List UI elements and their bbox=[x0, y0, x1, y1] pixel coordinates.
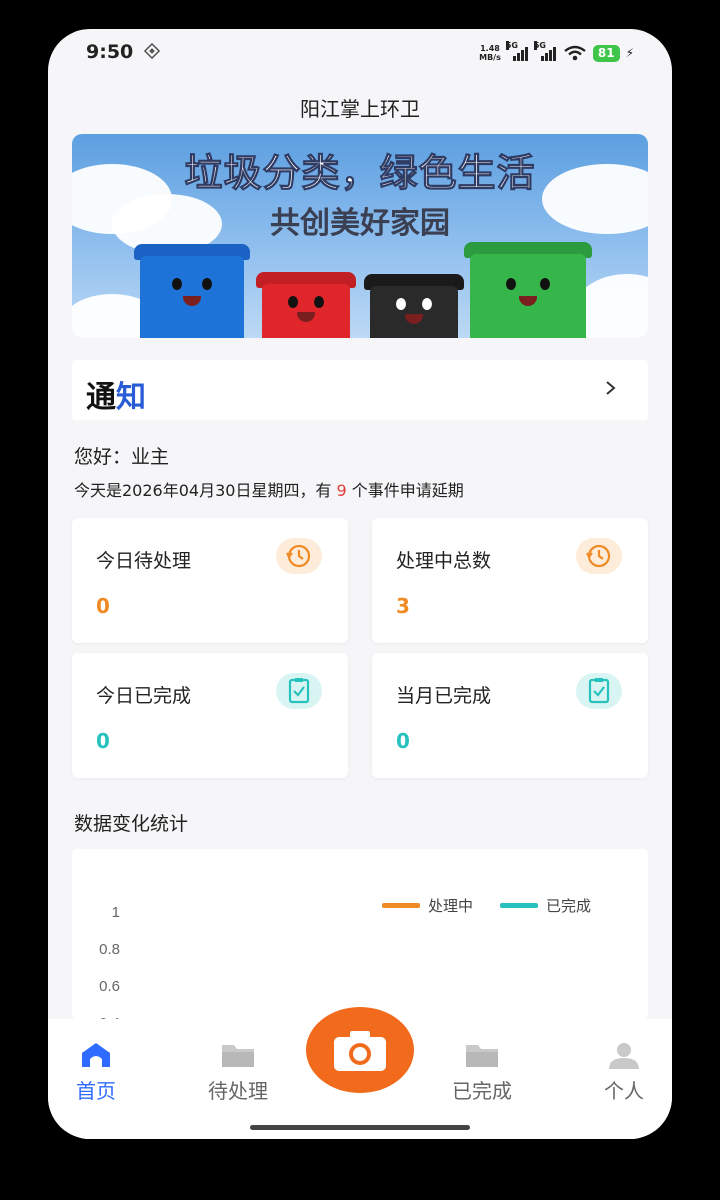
delay-request-count: 9 bbox=[336, 481, 347, 500]
network-speed: 1.48 MB/s bbox=[479, 44, 501, 62]
stat-value: 0 bbox=[96, 594, 110, 618]
nav-completed[interactable]: 已完成 bbox=[422, 1019, 542, 1109]
y-tick-label: 1 bbox=[112, 904, 120, 921]
section-title-statistics: 数据变化统计 bbox=[74, 813, 189, 835]
today-summary: 今天是2026年04月30日星期四，有 9 个事件申请延期 bbox=[74, 477, 464, 501]
bottom-navigation: 首页 待处理 已完成 个人 bbox=[48, 1007, 672, 1139]
status-indicators: 1.48 MB/s 5G 5G 81 ⚡ bbox=[479, 41, 634, 65]
chevron-right-icon[interactable] bbox=[604, 374, 618, 402]
green-bin bbox=[470, 254, 586, 338]
stat-card-today-pending[interactable]: 今日待处理 0 bbox=[72, 518, 348, 643]
nav-label-home: 首页 bbox=[76, 1079, 116, 1103]
stat-label: 今日待处理 bbox=[96, 550, 192, 572]
nav-label-completed: 已完成 bbox=[452, 1079, 512, 1103]
notice-title: 通知 bbox=[86, 372, 146, 416]
banner-image[interactable]: 垃圾分类，绿色生活 共创美好家园 bbox=[72, 134, 648, 338]
notice-bar[interactable]: 通知 bbox=[72, 360, 648, 420]
signal-1-label: 5G bbox=[505, 41, 518, 50]
banner-subtitle: 共创美好家园 bbox=[270, 206, 450, 241]
legend-label: 已完成 bbox=[546, 897, 591, 915]
signal-2-icon: 5G bbox=[533, 41, 557, 61]
signal-1-icon: 5G bbox=[505, 41, 529, 61]
home-icon bbox=[82, 1043, 110, 1067]
status-time: 9:50 bbox=[86, 41, 134, 63]
history-icon bbox=[576, 538, 622, 574]
banner-title: 垃圾分类，绿色生活 bbox=[184, 151, 536, 196]
stat-card-processing-total[interactable]: 处理中总数 3 bbox=[372, 518, 648, 643]
history-icon bbox=[276, 538, 322, 574]
today-suffix: 个事件申请延期 bbox=[346, 481, 464, 500]
nav-profile[interactable]: 个人 bbox=[564, 1019, 672, 1109]
nav-pending[interactable]: 待处理 bbox=[178, 1019, 298, 1109]
stat-card-today-completed[interactable]: 今日已完成 0 bbox=[72, 653, 348, 778]
stat-value: 3 bbox=[396, 594, 410, 618]
legend-swatch bbox=[382, 903, 420, 908]
nav-home[interactable]: 首页 bbox=[48, 1019, 156, 1109]
stat-label: 今日已完成 bbox=[96, 685, 192, 707]
network-speed-value: 1.48 bbox=[480, 44, 500, 53]
phone-screen: 9:50 1.48 MB/s 5G 5G 81 ⚡ 阳江掌上环卫 垃圾分类，绿色… bbox=[48, 29, 672, 1139]
notice-title-part2: 知 bbox=[116, 380, 146, 415]
legend-swatch bbox=[500, 903, 538, 908]
camera-button[interactable] bbox=[306, 1007, 414, 1093]
black-bin bbox=[370, 286, 458, 338]
home-indicator bbox=[250, 1125, 470, 1130]
stat-label: 处理中总数 bbox=[396, 550, 492, 572]
charging-icon: ⚡ bbox=[625, 46, 634, 60]
user-icon bbox=[609, 1043, 639, 1069]
clipboard-check-icon bbox=[276, 673, 322, 709]
stat-label: 当月已完成 bbox=[396, 685, 492, 707]
signal-2-label: 5G bbox=[533, 41, 546, 50]
camera-icon bbox=[334, 1031, 386, 1071]
y-tick-label: 0.6 bbox=[99, 978, 120, 995]
statistics-chart: 10.80.60.4处理中已完成 bbox=[72, 849, 648, 1019]
legend-label: 处理中 bbox=[428, 897, 473, 915]
network-speed-unit: MB/s bbox=[479, 53, 501, 62]
y-tick-label: 0.8 bbox=[99, 941, 120, 958]
notice-title-part1: 通 bbox=[86, 380, 116, 415]
stat-value: 0 bbox=[96, 729, 110, 753]
chart-canvas: 10.80.60.4处理中已完成 bbox=[99, 897, 591, 1019]
folder-icon bbox=[466, 1045, 498, 1067]
today-prefix: 今天是2026年04月30日星期四，有 bbox=[74, 481, 337, 500]
red-bin bbox=[262, 284, 350, 338]
nav-label-profile: 个人 bbox=[604, 1079, 644, 1103]
status-bar: 9:50 1.48 MB/s 5G 5G 81 ⚡ bbox=[48, 29, 672, 77]
stat-value: 0 bbox=[396, 729, 410, 753]
wifi-icon bbox=[564, 45, 586, 61]
app-title: 阳江掌上环卫 bbox=[300, 97, 420, 121]
greeting-text: 您好：业主 bbox=[74, 446, 170, 468]
folder-icon bbox=[222, 1045, 254, 1067]
battery-indicator: 81 bbox=[592, 44, 620, 62]
nav-label-pending: 待处理 bbox=[208, 1079, 268, 1103]
stat-card-month-completed[interactable]: 当月已完成 0 bbox=[372, 653, 648, 778]
blue-bin bbox=[140, 256, 244, 338]
nfc-icon bbox=[144, 43, 160, 59]
clipboard-check-icon bbox=[576, 673, 622, 709]
